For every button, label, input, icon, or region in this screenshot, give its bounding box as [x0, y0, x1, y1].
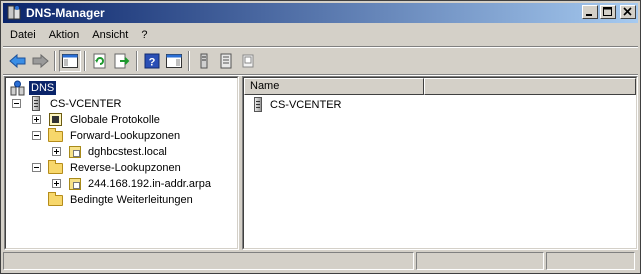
tree-label-conditional-forwarders: Bedingte Weiterleitungen — [70, 194, 193, 206]
list-header: Name — [244, 78, 636, 95]
show-hide-action-pane-icon — [166, 54, 182, 68]
collapse-toggle[interactable] — [32, 163, 41, 172]
minimize-icon — [586, 14, 592, 16]
folder-icon — [48, 160, 64, 176]
back-button[interactable] — [7, 50, 29, 72]
tree-label-global-logs: Globale Protokolle — [70, 114, 160, 126]
status-cell-2 — [416, 252, 544, 270]
expand-toggle[interactable] — [52, 179, 61, 188]
back-arrow-icon — [9, 53, 26, 69]
menu-ansicht[interactable]: Ansicht — [86, 26, 134, 44]
column-header-empty[interactable] — [424, 78, 636, 95]
properties-icon — [220, 53, 232, 69]
show-hide-console-tree-button[interactable] — [59, 50, 81, 72]
menu-bar: Datei Aktion Ansicht ? — [3, 25, 638, 45]
tree-label-server: CS-VCENTER — [50, 98, 122, 110]
log-book-icon — [48, 112, 64, 128]
server-icon — [200, 53, 208, 69]
menu-datei[interactable]: Datei — [4, 26, 42, 44]
refresh-icon — [93, 53, 106, 69]
expand-toggle[interactable] — [32, 115, 41, 124]
dns-manager-window: DNS-Manager Datei Aktion Ansicht ? ? DNS… — [0, 0, 641, 274]
toolbar-separator — [84, 51, 86, 71]
zone-icon — [68, 176, 84, 192]
server-button[interactable] — [193, 50, 215, 72]
column-header-name[interactable]: Name — [244, 78, 424, 95]
zone-button[interactable] — [237, 50, 259, 72]
export-list-icon — [114, 53, 130, 69]
dns-manager-icon — [6, 5, 22, 21]
folder-icon — [48, 192, 64, 208]
server-icon — [250, 97, 266, 113]
dns-icon — [10, 80, 26, 96]
toolbar-separator — [188, 51, 190, 71]
help-button[interactable]: ? — [141, 50, 163, 72]
show-hide-action-pane-button[interactable] — [163, 50, 185, 72]
title-bar[interactable]: DNS-Manager — [3, 3, 638, 23]
tree-label-reverse-zones: Reverse-Lookupzonen — [70, 162, 181, 174]
close-icon — [623, 7, 632, 16]
help-icon: ? — [144, 53, 160, 69]
forward-arrow-icon — [32, 53, 49, 69]
server-icon — [28, 96, 44, 112]
zone-icon — [68, 144, 84, 160]
toolbar: ? — [3, 48, 638, 74]
maximize-button[interactable] — [600, 5, 616, 19]
close-button[interactable] — [620, 5, 636, 19]
status-cell-3 — [546, 252, 635, 270]
forward-button[interactable] — [29, 50, 51, 72]
zone-icon — [242, 54, 254, 68]
refresh-button[interactable] — [89, 50, 111, 72]
properties-button[interactable] — [215, 50, 237, 72]
collapse-toggle[interactable] — [12, 99, 21, 108]
minimize-button[interactable] — [582, 5, 598, 19]
tree-label-forward-zones: Forward-Lookupzonen — [70, 130, 181, 142]
status-cell-main — [3, 252, 414, 270]
svg-text:?: ? — [149, 57, 156, 69]
list-item-name: CS-VCENTER — [270, 99, 342, 111]
tree-label-reverse-zone-item: 244.168.192.in-addr.arpa — [88, 178, 211, 190]
expand-toggle[interactable] — [52, 147, 61, 156]
export-list-button[interactable] — [111, 50, 133, 72]
window-title: DNS-Manager — [26, 6, 105, 20]
tree-label-dns: DNS — [29, 81, 57, 95]
collapse-toggle[interactable] — [32, 131, 41, 140]
toolbar-separator — [54, 51, 56, 71]
menu-aktion[interactable]: Aktion — [43, 26, 86, 44]
maximize-icon — [603, 7, 612, 16]
toolbar-separator — [136, 51, 138, 71]
result-list-pane[interactable]: Name CS-VCENTER — [242, 76, 638, 250]
show-hide-console-tree-icon — [62, 54, 78, 68]
menu-help[interactable]: ? — [135, 26, 153, 44]
tree-label-forward-zone-item: dghbcstest.local — [88, 146, 167, 158]
console-tree-pane[interactable]: DNS CS-VCENTER Globale Protokolle Forwar… — [4, 76, 239, 250]
folder-icon — [48, 128, 64, 144]
status-bar — [3, 252, 638, 272]
